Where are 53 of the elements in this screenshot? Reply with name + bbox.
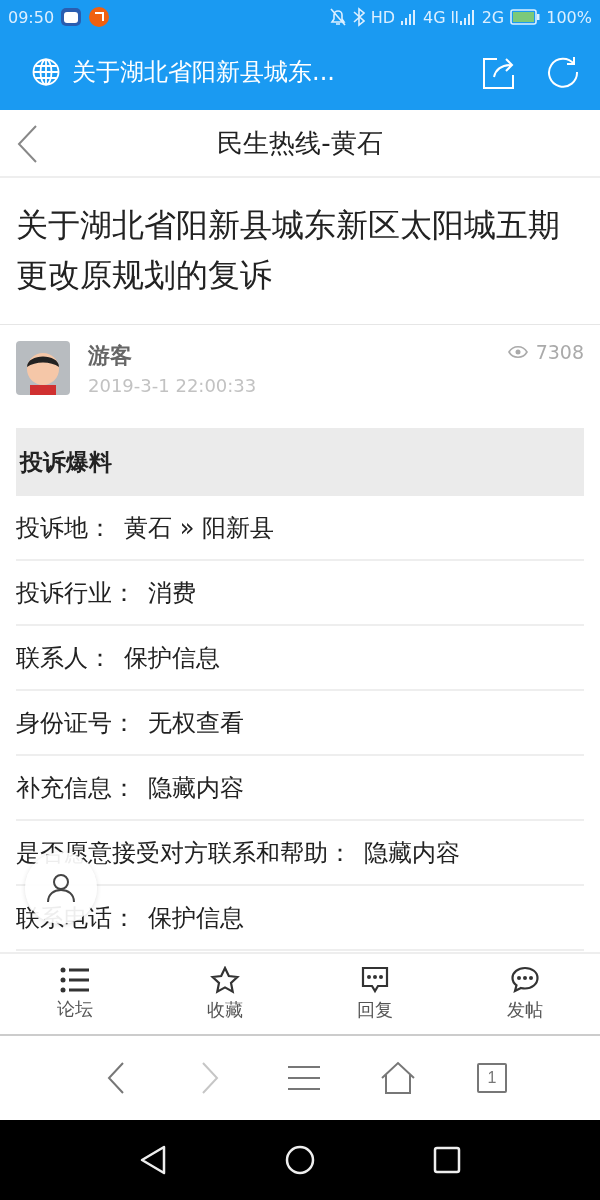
toolbar-button[interactable]: 1 bbox=[467, 1053, 517, 1103]
speech-bubble-icon bbox=[360, 966, 390, 994]
circle-icon bbox=[285, 1145, 315, 1175]
star-icon bbox=[210, 966, 240, 994]
back-icon bbox=[16, 124, 38, 164]
field-label: 补充信息： bbox=[16, 772, 136, 804]
signal-icon bbox=[401, 9, 418, 25]
field-label: 联系电话： bbox=[16, 902, 136, 934]
bell-off-icon bbox=[328, 7, 347, 27]
field-value: 保护信息 bbox=[148, 902, 244, 934]
section-title: 投诉爆料 bbox=[20, 447, 112, 477]
field-value: 消费 bbox=[148, 577, 196, 609]
app-icon bbox=[88, 6, 111, 28]
field-label: 身份证号： bbox=[16, 707, 136, 739]
field-value: 无权查看 bbox=[148, 707, 244, 739]
battery-percent: 100% bbox=[546, 7, 592, 27]
menu-icon bbox=[287, 1065, 321, 1091]
share-icon[interactable] bbox=[482, 55, 516, 89]
field-label: 投诉行业： bbox=[16, 577, 136, 609]
list-icon bbox=[60, 967, 90, 993]
signal-icon bbox=[451, 9, 476, 25]
field-label: 是否愿意接受对方联系和帮助： bbox=[16, 837, 352, 869]
view-count: 7308 bbox=[535, 341, 584, 363]
author-name: 游客 bbox=[88, 342, 133, 370]
tab-count: 1 bbox=[477, 1063, 507, 1093]
bluetooth-icon bbox=[352, 7, 365, 27]
field-value: 黄石 » 阳新县 bbox=[124, 512, 274, 544]
square-icon bbox=[432, 1146, 461, 1174]
refresh-icon[interactable] bbox=[546, 55, 580, 89]
home-icon bbox=[380, 1061, 416, 1095]
globe-icon bbox=[32, 58, 60, 86]
field-value: 隐藏内容 bbox=[148, 772, 244, 804]
chat-icon bbox=[510, 966, 540, 994]
eye-icon bbox=[507, 345, 528, 359]
nav-title: 民生热线-黄石 bbox=[217, 126, 383, 160]
back-icon bbox=[105, 1061, 127, 1095]
user-icon bbox=[46, 873, 76, 903]
battery-icon bbox=[510, 9, 541, 25]
network-label: HD bbox=[370, 7, 396, 27]
field-label: 投诉地： bbox=[16, 512, 112, 544]
field-label: 联系人： bbox=[16, 642, 112, 674]
field-value: 保护信息 bbox=[124, 642, 220, 674]
field-value: 隐藏内容 bbox=[364, 837, 460, 869]
clock: 09:50 bbox=[8, 7, 55, 27]
avatar bbox=[16, 341, 70, 395]
forward-icon bbox=[199, 1061, 221, 1095]
triangle-icon bbox=[140, 1145, 167, 1175]
page-title: 关于湖北省阳新县城东... bbox=[72, 57, 336, 88]
network-label: 4G bbox=[423, 7, 446, 27]
post-title: 关于湖北省阳新县城东新区太阳城五期更改原规划的复诉 bbox=[0, 178, 600, 325]
post-date: 2019-3-1 22:00:33 bbox=[88, 375, 258, 396]
network-label: 2G bbox=[481, 7, 505, 27]
app-icon bbox=[60, 6, 83, 28]
